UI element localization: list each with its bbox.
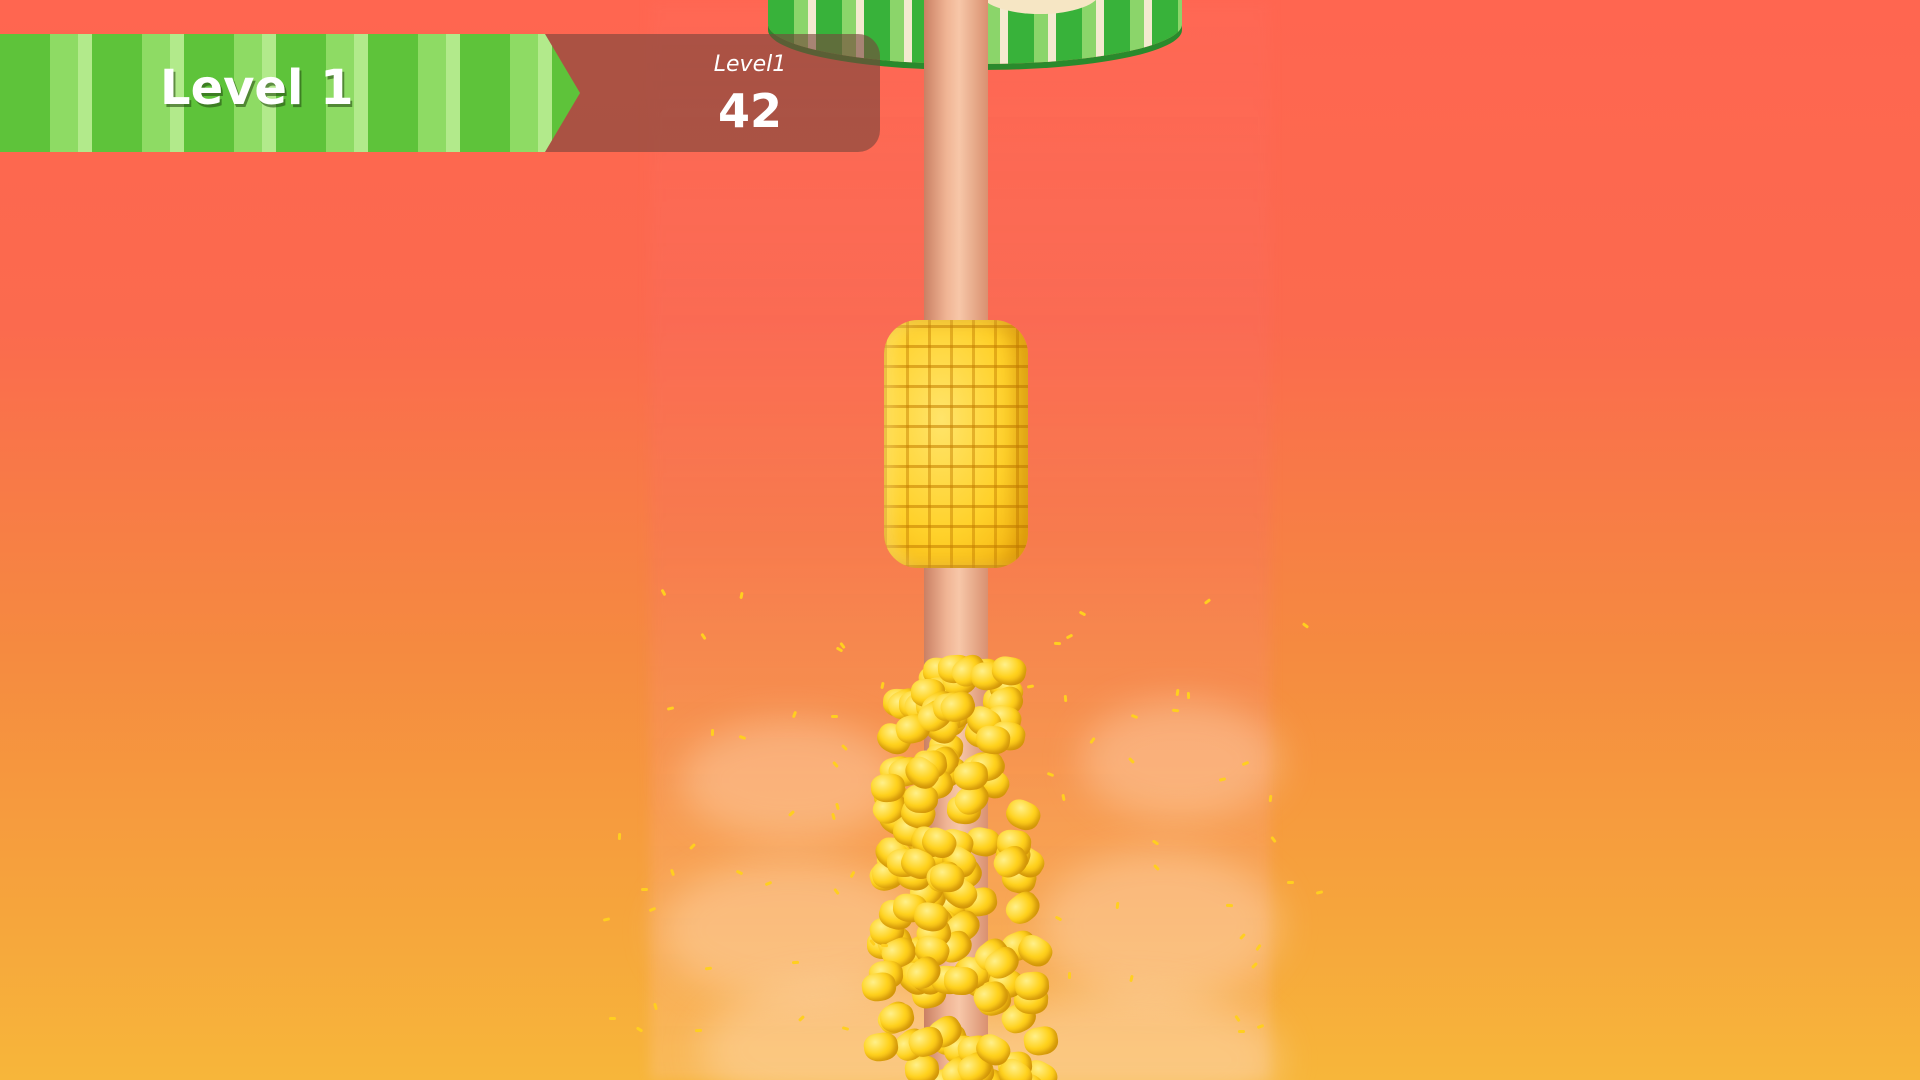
kernel-spark [617,832,622,841]
kernel-spark [831,715,838,718]
corn-kernel [929,862,965,894]
kernel-spark [694,1028,703,1033]
kernel-spark [880,943,889,948]
kernel-spark [1067,971,1072,980]
cloud [680,720,900,840]
kernel-spark [1186,691,1191,700]
kernel-spark [1315,890,1324,895]
cloud [1080,700,1280,820]
kernel-spark [602,917,611,922]
kernel-spark [1063,694,1068,703]
kernel-spark [1225,903,1234,908]
level-title: Level 1 [160,60,354,116]
game-scene[interactable]: Level 1 Level1 42 [0,0,1920,1080]
kernel-spark [1301,622,1310,629]
kernel-spark [1270,835,1277,844]
kernel-spark [640,887,649,892]
kernel-spark [1268,794,1273,803]
kernel-spark [635,1026,644,1033]
kernel-spark [1286,880,1295,885]
corn-kernel [943,966,979,996]
corn-segment[interactable] [884,320,1028,568]
kernel-spark [1053,641,1062,646]
kernel-spark [710,728,715,737]
corn-kernel [903,784,939,814]
counter-value: 42 [717,84,782,138]
kernel-spark [1237,1029,1246,1034]
counter-label: Level1 [713,52,787,77]
kernel-spark [609,1017,616,1020]
kernel-spark [791,960,800,965]
cloud [1040,850,1280,1000]
